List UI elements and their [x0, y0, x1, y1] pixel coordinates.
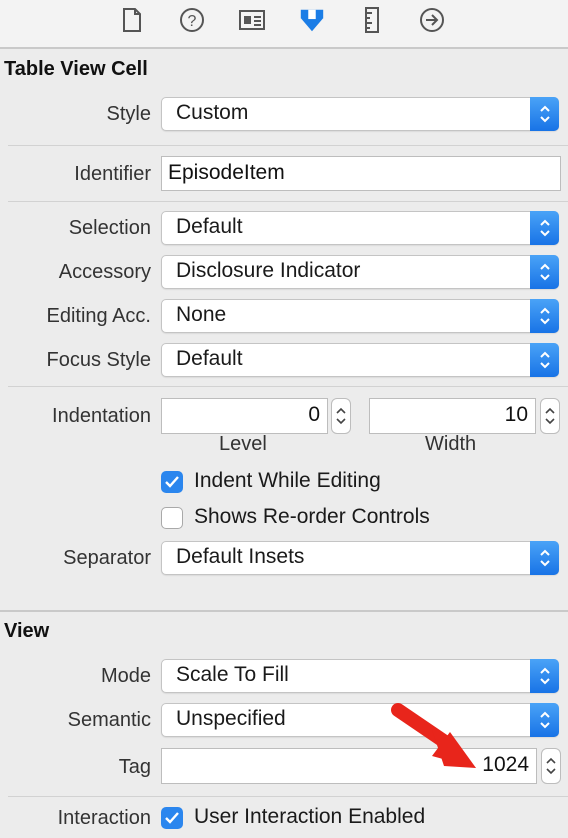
indentation-width-value: 10 — [504, 403, 528, 426]
accessory-value: Disclosure Indicator — [176, 259, 361, 282]
style-popup[interactable]: Custom — [161, 97, 559, 131]
attributes-inspector-icon[interactable] — [298, 6, 326, 34]
chevron-up-down-icon — [530, 211, 559, 245]
separator-line — [8, 145, 568, 146]
identifier-field[interactable]: EpisodeItem — [161, 156, 561, 191]
chevron-up-down-icon — [530, 299, 559, 333]
identifier-label: Identifier — [74, 163, 151, 185]
mode-value: Scale To Fill — [176, 663, 289, 686]
indent-while-editing-checkbox[interactable] — [161, 471, 183, 493]
indentation-width-field[interactable]: 10 — [369, 398, 536, 434]
checkmark-icon — [165, 812, 179, 824]
indentation-level-value: 0 — [308, 403, 320, 426]
file-inspector-icon[interactable] — [118, 6, 146, 34]
indentation-level-stepper[interactable] — [331, 398, 351, 434]
editing-accessory-value: None — [176, 303, 227, 326]
editing-accessory-label: Editing Acc. — [46, 305, 151, 327]
chevron-up-down-icon — [530, 541, 559, 575]
stepper-arrows-icon — [336, 407, 346, 425]
red-arrow-annotation-icon — [391, 703, 476, 768]
selection-value: Default — [176, 215, 243, 238]
chevron-up-down-icon — [530, 97, 559, 131]
quick-help-icon[interactable]: ? — [178, 6, 206, 34]
shows-reorder-controls-label: Shows Re-order Controls — [194, 505, 430, 528]
separator-line — [8, 386, 568, 387]
tag-label: Tag — [118, 756, 151, 778]
indentation-width-label: Width — [425, 433, 477, 455]
tag-stepper[interactable] — [541, 748, 561, 784]
accessory-popup[interactable]: Disclosure Indicator — [161, 255, 559, 289]
identity-inspector-icon[interactable] — [238, 6, 266, 34]
indentation-width-stepper[interactable] — [540, 398, 560, 434]
interaction-label: Interaction — [57, 807, 151, 829]
shows-reorder-controls-checkbox[interactable] — [161, 507, 183, 529]
indentation-level-field[interactable]: 0 — [161, 398, 328, 434]
semantic-label: Semantic — [67, 709, 151, 731]
checkmark-icon — [165, 476, 179, 488]
stepper-arrows-icon — [546, 757, 556, 775]
mode-popup[interactable]: Scale To Fill — [161, 659, 559, 693]
user-interaction-enabled-checkbox[interactable] — [161, 807, 183, 829]
connections-inspector-icon[interactable] — [418, 6, 446, 34]
separator-value: Default Insets — [176, 545, 305, 568]
semantic-popup[interactable]: Unspecified — [161, 703, 559, 737]
selection-popup[interactable]: Default — [161, 211, 559, 245]
chevron-up-down-icon — [530, 703, 559, 737]
tag-value: 1024 — [482, 753, 529, 776]
toolbar-divider — [0, 47, 568, 49]
section-divider — [0, 610, 568, 612]
separator-line — [8, 201, 568, 202]
indentation-label: Indentation — [52, 405, 151, 427]
identifier-value: EpisodeItem — [168, 161, 285, 184]
svg-text:?: ? — [188, 13, 197, 30]
user-interaction-enabled-label: User Interaction Enabled — [194, 805, 426, 828]
focus-style-label: Focus Style — [46, 349, 151, 371]
separator-popup[interactable]: Default Insets — [161, 541, 559, 575]
style-label: Style — [106, 103, 151, 125]
inspector-toolbar: ? — [0, 0, 568, 48]
editing-accessory-popup[interactable]: None — [161, 299, 559, 333]
size-inspector-icon[interactable] — [358, 6, 386, 34]
focus-style-value: Default — [176, 347, 243, 370]
chevron-up-down-icon — [530, 255, 559, 289]
focus-style-popup[interactable]: Default — [161, 343, 559, 377]
mode-label: Mode — [100, 665, 151, 687]
semantic-value: Unspecified — [176, 707, 286, 730]
stepper-arrows-icon — [545, 407, 555, 425]
style-value: Custom — [176, 101, 249, 124]
separator-line — [8, 796, 568, 797]
accessory-label: Accessory — [58, 261, 151, 283]
selection-label: Selection — [68, 217, 151, 239]
chevron-up-down-icon — [530, 343, 559, 377]
chevron-up-down-icon — [530, 659, 559, 693]
separator-label: Separator — [63, 547, 151, 569]
indent-while-editing-label: Indent While Editing — [194, 469, 381, 492]
indentation-level-label: Level — [219, 433, 267, 455]
view-section-title: View — [4, 620, 50, 642]
table-view-cell-section-title: Table View Cell — [4, 58, 148, 80]
